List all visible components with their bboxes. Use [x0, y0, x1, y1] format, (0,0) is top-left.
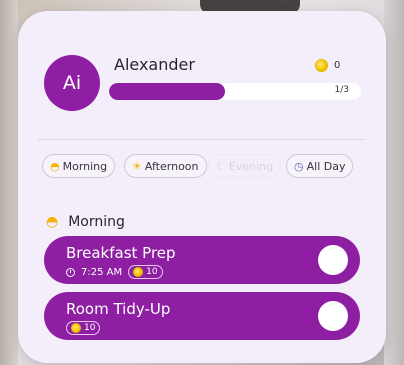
filter-chip-label: Afternoon [144, 159, 199, 173]
progress-fill [109, 83, 225, 100]
task-meta: 7:25 AM 10 [66, 265, 163, 279]
clock-icon: ◷ [294, 159, 304, 173]
coin-icon [71, 323, 81, 333]
task-time: 7:25 AM [81, 266, 123, 278]
half-sun-icon: ◓ [50, 159, 60, 173]
progress-bar: 1/3 [109, 83, 361, 100]
task-title: Breakfast Prep [66, 244, 176, 262]
filter-chip-morning[interactable]: ◓ Morning [42, 154, 116, 178]
task-title: Room Tidy-Up [66, 300, 171, 318]
user-name: Alexander [114, 55, 195, 74]
task-card[interactable]: Breakfast Prep 7:25 AM 10 [44, 236, 360, 284]
complete-task-button[interactable] [318, 301, 348, 331]
filter-chip-evening[interactable]: ☾ Evening [208, 154, 282, 178]
coin-icon [133, 267, 144, 277]
filter-chip-afternoon[interactable]: ☀ Afternoon [124, 154, 207, 178]
filter-chip-label: Morning [62, 159, 108, 173]
background-left [0, 0, 18, 365]
filter-chip-label: Evening [228, 159, 274, 173]
moon-icon: ☾ [216, 159, 226, 173]
complete-task-button[interactable] [318, 245, 348, 275]
task-points: 10 [146, 267, 158, 277]
divider [38, 139, 364, 140]
clock-icon [66, 267, 75, 277]
filter-chip-all-day[interactable]: ◷ All Day [286, 154, 354, 178]
progress-text: 1/3 [334, 85, 349, 95]
section-header: ◓ Morning [46, 214, 125, 230]
coin-count: 0 [334, 60, 341, 71]
avatar-initials: Ai [62, 72, 82, 94]
coin-counter: 0 [315, 59, 340, 72]
coin-icon [315, 59, 328, 72]
task-points: 10 [84, 323, 96, 333]
points-badge: 10 [128, 265, 163, 279]
task-card[interactable]: Room Tidy-Up 10 [44, 292, 360, 340]
avatar[interactable]: Ai [44, 55, 100, 111]
sun-icon: ☀ [132, 159, 142, 173]
half-sun-icon: ◓ [46, 214, 59, 230]
background-right [384, 0, 404, 365]
routine-card: Ai Alexander 0 1/3 ◓ Morning ☀ Afternoon… [18, 11, 386, 363]
section-title: Morning [68, 214, 125, 230]
points-badge: 10 [66, 321, 101, 335]
filter-chip-label: All Day [306, 159, 346, 173]
task-meta: 10 [66, 321, 101, 335]
